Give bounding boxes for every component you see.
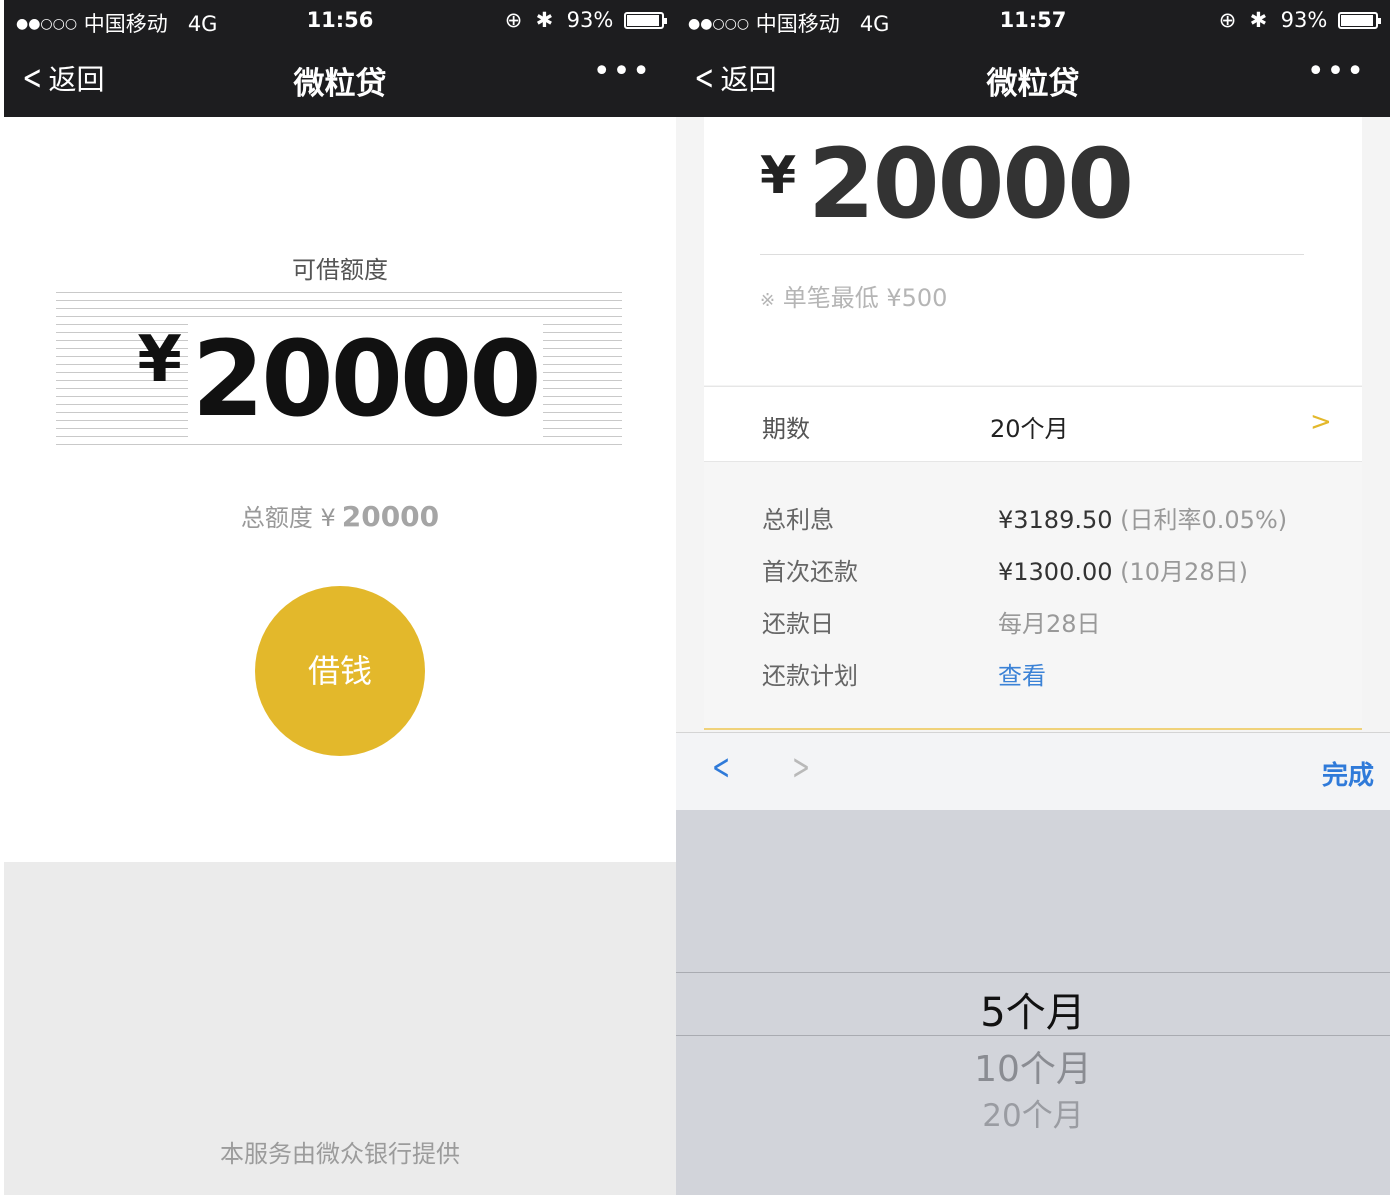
minimum-amount-note: ※ 单笔最低 ¥500 [760, 278, 947, 313]
period-picker[interactable]: 5个月 10个月 20个月 [676, 810, 1390, 1195]
borrow-button[interactable]: 借钱 [255, 586, 425, 756]
detail-value: ¥3189.50 [998, 506, 1113, 534]
picker-option[interactable]: 10个月 [676, 1040, 1390, 1092]
picker-option[interactable]: 20个月 [676, 1090, 1390, 1135]
detail-label: 还款日 [762, 610, 834, 638]
divider [760, 254, 1304, 255]
picker-toolbar: < > 完成 [676, 732, 1390, 810]
battery-percent: 93% [1280, 8, 1328, 32]
detail-value: 每月28日 [998, 610, 1101, 638]
bluetooth-icon: ✱ [535, 8, 554, 32]
page-title: 微粒贷 [293, 66, 387, 102]
picker-option[interactable]: 5个月 [676, 980, 1390, 1038]
amount-value: 20000 [187, 318, 543, 440]
loan-amount-input[interactable]: 20000 [808, 128, 1134, 240]
currency-symbol: ¥ [137, 323, 182, 397]
more-menu-button[interactable]: ••• [593, 54, 652, 89]
detail-extra: (10月28日) [1120, 558, 1248, 586]
view-plan-link[interactable]: 查看 [998, 656, 1046, 691]
battery-percent: 93% [566, 8, 614, 32]
status-bar: ●●○○○ 中国移动 4G 11:56 ⊕ ✱ 93% [4, 0, 676, 40]
nav-bar: < 返回 微粒贷 ••• [676, 40, 1390, 117]
nav-bar: < 返回 微粒贷 ••• [4, 40, 676, 117]
total-credit: 总额度 ¥20000 [4, 498, 676, 533]
picker-selection-line [676, 972, 1390, 973]
available-amount: ¥20000 [4, 318, 676, 440]
period-selector[interactable]: 期数 20个月 > [704, 386, 1362, 462]
total-credit-value: 20000 [341, 500, 440, 533]
more-menu-button[interactable]: ••• [1307, 54, 1366, 89]
orientation-lock-icon: ⊕ [504, 8, 523, 32]
minimum-amount-text: 单笔最低 ¥500 [782, 284, 948, 312]
detail-label: 首次还款 [762, 558, 858, 586]
detail-label: 还款计划 [762, 662, 858, 690]
next-field-button[interactable]: > [792, 747, 810, 788]
battery-icon [624, 12, 667, 29]
left-screen: ●●○○○ 中国移动 4G 11:56 ⊕ ✱ 93% < 返回 微粒贷 ••• … [4, 0, 676, 1195]
detail-extra: (日利率0.05%) [1120, 506, 1288, 534]
repayment-details: 总利息 ¥3189.50 (日利率0.05%) 首次还款 ¥1300.00 (1… [704, 462, 1362, 730]
page-title: 微粒贷 [986, 66, 1080, 102]
done-button[interactable]: 完成 [1322, 755, 1374, 792]
bluetooth-icon: ✱ [1249, 8, 1268, 32]
battery-icon [1338, 12, 1381, 29]
note-mark-icon: ※ [760, 290, 776, 311]
previous-field-button[interactable]: < [712, 747, 730, 788]
available-credit-label: 可借额度 [292, 256, 388, 284]
detail-value: ¥1300.00 [998, 558, 1113, 586]
chevron-right-icon: > [1310, 407, 1332, 437]
currency-symbol: ¥ [760, 146, 797, 206]
period-label: 期数 [762, 415, 810, 443]
orientation-lock-icon: ⊕ [1218, 8, 1237, 32]
period-value: 20个月 [990, 415, 1069, 443]
status-bar: ●●○○○ 中国移动 4G 11:57 ⊕ ✱ 93% [676, 0, 1390, 40]
provider-note: 本服务由微众银行提供 [220, 1140, 460, 1168]
total-credit-label: 总额度 ¥ [240, 504, 336, 532]
right-screen: ●●○○○ 中国移动 4G 11:57 ⊕ ✱ 93% < 返回 微粒贷 ••• … [676, 0, 1390, 1195]
detail-label: 总利息 [762, 506, 834, 534]
